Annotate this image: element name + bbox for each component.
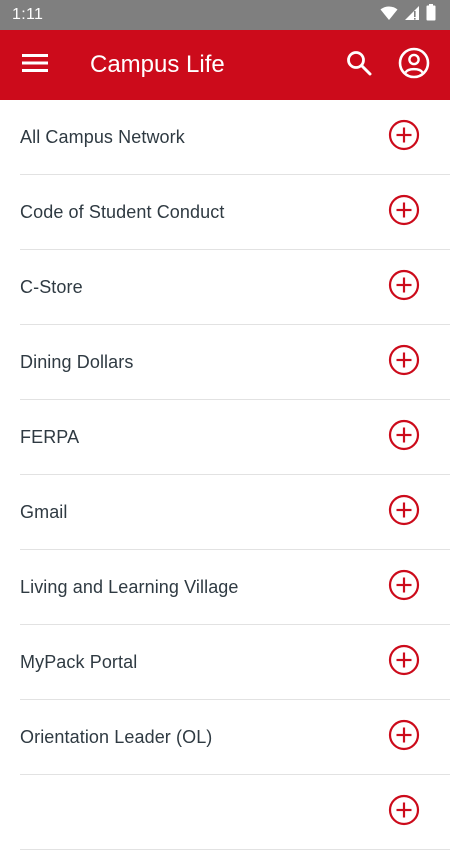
- list-item[interactable]: C-Store: [0, 250, 450, 325]
- add-circle-icon: [388, 269, 420, 306]
- add-button[interactable]: [388, 569, 420, 606]
- add-circle-icon: [388, 344, 420, 381]
- battery-icon: [426, 4, 436, 26]
- list-item[interactable]: FERPA: [0, 400, 450, 475]
- list-item-label: MyPack Portal: [20, 652, 138, 672]
- add-circle-icon: [388, 419, 420, 456]
- list-item-label: Orientation Leader (OL): [20, 727, 213, 747]
- add-button[interactable]: [388, 794, 420, 829]
- menu-icon: [22, 53, 48, 78]
- search-icon: [346, 50, 372, 81]
- account-button[interactable]: [398, 47, 430, 84]
- add-circle-icon: [388, 494, 420, 531]
- add-circle-icon: [388, 719, 420, 756]
- list-item-label: C-Store: [20, 277, 83, 297]
- add-circle-icon: [388, 119, 420, 156]
- status-time: 1:11: [12, 6, 44, 23]
- list-item[interactable]: Code of Student Conduct: [0, 175, 450, 250]
- status-icons: [380, 4, 436, 26]
- list-item[interactable]: Orientation Leader (OL): [0, 700, 450, 775]
- add-circle-icon: [388, 644, 420, 681]
- add-button[interactable]: [388, 719, 420, 756]
- list-item-label: Living and Learning Village: [20, 577, 239, 597]
- app-bar: Campus Life: [0, 30, 450, 100]
- list-item-label: Dining Dollars: [20, 352, 134, 372]
- status-bar: 1:11: [0, 0, 450, 30]
- list-item-label: All Campus Network: [20, 127, 185, 147]
- list-item[interactable]: Living and Learning Village: [0, 550, 450, 625]
- add-button[interactable]: [388, 269, 420, 306]
- page-title: Campus Life: [90, 51, 225, 78]
- add-button[interactable]: [388, 194, 420, 231]
- add-button[interactable]: [388, 644, 420, 681]
- list-item[interactable]: MyPack Portal: [0, 625, 450, 700]
- add-button[interactable]: [388, 494, 420, 531]
- list-item-label: Code of Student Conduct: [20, 202, 225, 222]
- list-item[interactable]: Gmail: [0, 475, 450, 550]
- add-button[interactable]: [388, 344, 420, 381]
- list-item[interactable]: [0, 775, 450, 850]
- list-item-label: FERPA: [20, 427, 80, 447]
- wifi-icon: [380, 5, 398, 26]
- list-item[interactable]: Dining Dollars: [0, 325, 450, 400]
- list-item-label: Gmail: [20, 502, 68, 522]
- search-button[interactable]: [345, 50, 373, 81]
- add-button[interactable]: [388, 419, 420, 456]
- menu-button[interactable]: [22, 53, 48, 77]
- add-button[interactable]: [388, 119, 420, 156]
- signal-icon: [404, 5, 420, 26]
- account-icon: [398, 47, 430, 84]
- add-circle-icon: [388, 194, 420, 231]
- resource-list: All Campus Network Code of Student Condu…: [0, 100, 450, 850]
- list-item[interactable]: All Campus Network: [0, 100, 450, 175]
- add-circle-icon: [388, 569, 420, 606]
